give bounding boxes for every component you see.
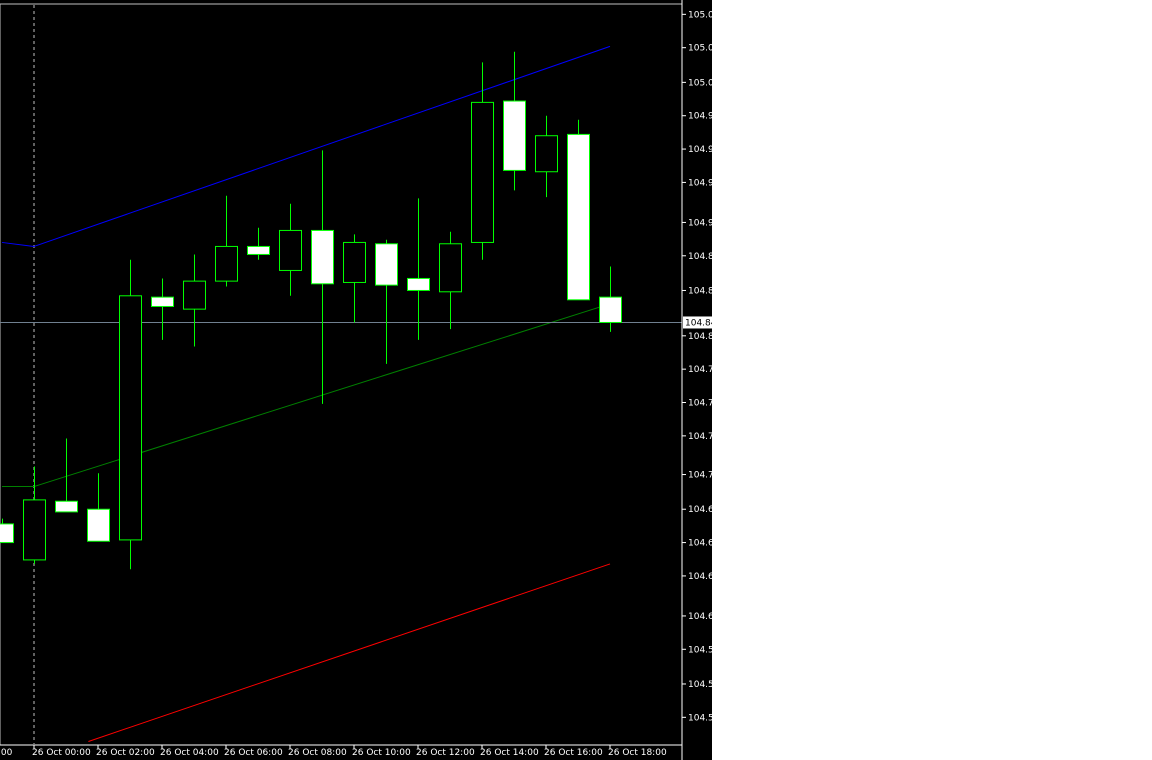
price-tick-label-14: 104.68: [688, 505, 712, 515]
price-tick-label-15: 104.65: [688, 539, 712, 549]
time-tick-label-3: 26 Oct 04:00: [160, 748, 219, 758]
candle-body-11: [343, 241, 366, 283]
candle-body-8: [247, 245, 270, 255]
price-tick-label-6: 104.9: [688, 218, 712, 228]
time-tick-label-0: Oct 22:00: [0, 748, 13, 758]
price-tick-label-4: 104.9: [688, 145, 712, 155]
candle-body-15: [471, 101, 494, 243]
candle-body-3: [87, 508, 110, 542]
price-tick-label-12: 104.73: [688, 432, 712, 442]
candle-body-1: [23, 499, 46, 561]
candle-body-6: [183, 280, 206, 310]
time-tick-label-7: 26 Oct 12:00: [416, 748, 475, 758]
price-tick-label-3: 104.9: [688, 112, 712, 122]
price-tick-label-20: 104.52: [688, 713, 712, 723]
chart-window[interactable]: 105.01 105.05 105.02 104.9 104.9 104.9 104.9 10…: [0, 0, 712, 760]
candle-body-12: [375, 243, 398, 286]
channel-lower-line: [88, 563, 611, 742]
candle-body-7: [215, 245, 238, 282]
price-tick-label-11: 104.76: [688, 399, 712, 409]
price-tick-label-2: 105.02: [688, 78, 712, 88]
price-tick-label-10: 104.7: [688, 365, 712, 375]
price-tick-label-0: 105.01: [688, 10, 712, 20]
price-tick-label-1: 105.05: [688, 44, 712, 54]
price-chart[interactable]: 105.01 105.05 105.02 104.9 104.9 104.9 104.9 10…: [0, 0, 712, 760]
candle-body-13: [407, 277, 430, 291]
price-tick-label-19: 104.55: [688, 680, 712, 690]
time-tick-label-2: 26 Oct 02:00: [96, 748, 155, 758]
time-tick-label-4: 26 Oct 06:00: [224, 748, 283, 758]
time-tick-label-8: 26 Oct 14:00: [480, 748, 539, 758]
current-price-label: 104.84: [685, 318, 712, 328]
plot-border: [0, 3, 683, 746]
candle-body-9: [279, 229, 302, 271]
candle-body-16: [503, 100, 526, 171]
price-tick-label-7: 104.8: [688, 252, 712, 262]
price-tick-label-5: 104.9: [688, 178, 712, 188]
price-tick-label-17: 104.60: [688, 612, 712, 622]
time-tick-label-10: 26 Oct 18:00: [608, 748, 667, 758]
candle-body-4: [119, 295, 142, 541]
candle-body-18: [567, 133, 590, 301]
candle-body-17: [535, 135, 558, 173]
candle-body-5: [151, 296, 174, 307]
price-tick-label-13: 104.70: [688, 471, 712, 481]
blank-area: [712, 0, 1152, 760]
channel-upper-left-segment: [1, 241, 35, 247]
price-tick-label-16: 104.63: [688, 572, 712, 582]
time-tick-label-5: 26 Oct 08:00: [288, 748, 347, 758]
price-tick-label-18: 104.57: [688, 645, 712, 655]
price-tick-label-9: 104.8: [688, 332, 712, 342]
price-tick-label-8: 104.80: [688, 286, 712, 296]
candle-body-14: [439, 243, 462, 293]
candle-body-0: [0, 523, 14, 544]
time-tick-label-1: 26 Oct 00:00: [32, 748, 91, 758]
time-tick-label-6: 26 Oct 10:00: [352, 748, 411, 758]
candle-body-2: [55, 500, 78, 513]
candle-body-19: [599, 296, 622, 323]
candle-body-10: [311, 229, 334, 285]
time-tick-label-9: 26 Oct 16:00: [544, 748, 603, 758]
